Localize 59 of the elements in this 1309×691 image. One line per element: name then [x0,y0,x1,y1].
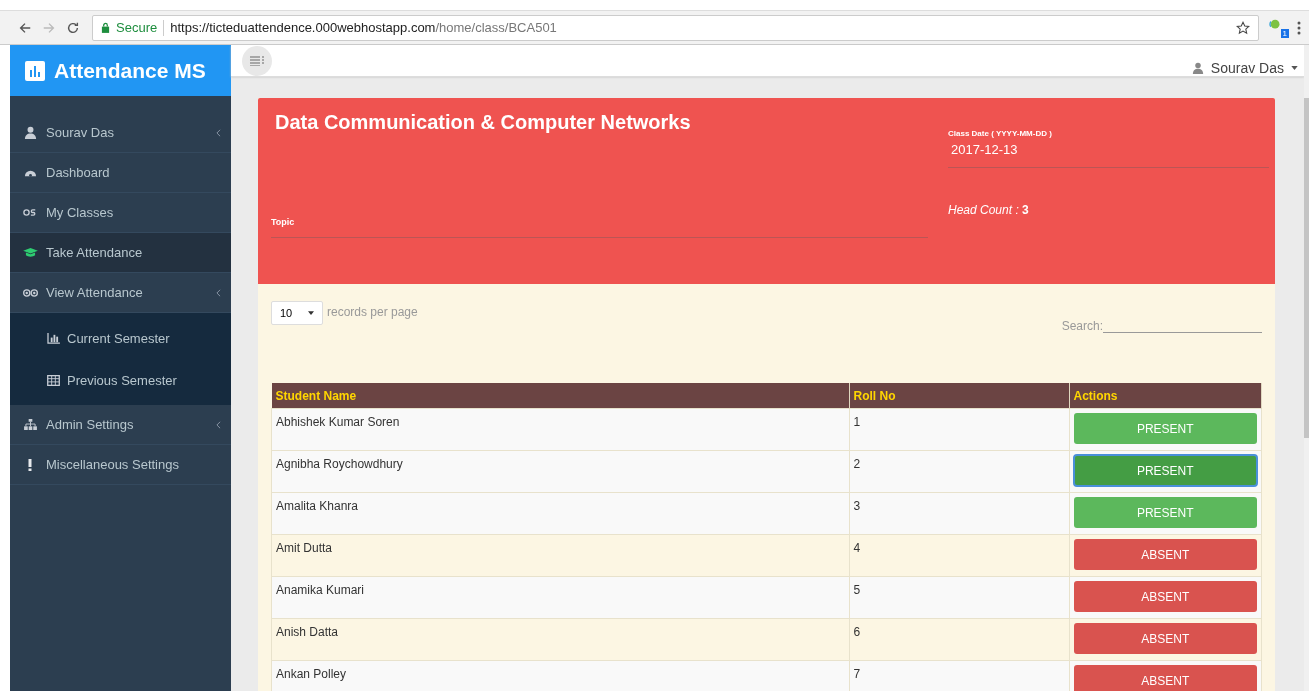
table-cell: 6 [849,618,1069,661]
binoculars-icon [22,287,38,298]
sitemap-icon [23,419,37,430]
reload-icon[interactable] [66,20,80,35]
table-cell: Ankan Polley [271,660,849,691]
caret-icon [1291,66,1298,70]
topic-field[interactable]: Topic [271,217,928,238]
column-header[interactable]: Roll No [849,383,1069,409]
url-text: https://ticteduattendence.000webhostapp.com/home/class/BCA501 [170,20,558,35]
chevron-icon [216,420,221,429]
caret-icon [308,311,315,315]
table-cell: 4 [849,534,1069,577]
sidebar-item[interactable]: Take Attendance [10,233,231,273]
table-cell: 2 [849,450,1069,493]
user-icon [23,126,37,139]
attendance-button[interactable]: PRESENT [1073,455,1257,486]
bar-chart-icon [47,332,60,344]
secure-label: Secure [116,20,158,35]
class-title: Data Communication & Computer Networks [275,111,692,134]
table-cell: 1 [849,408,1069,451]
attendance-button[interactable]: ABSENT [1073,539,1257,570]
table-cell: Abhishek Kumar Soren [271,408,849,451]
table-cell: Amalita Khanra [271,492,849,535]
table-cell: Anish Datta [271,618,849,661]
sidebar-toggle-button[interactable] [242,45,272,76]
table-cell: Amit Dutta [271,534,849,577]
user-icon [1191,62,1204,74]
table-icon [47,374,60,386]
class-date-field[interactable]: Class Date ( YYYY-MM-DD ) 2017-12-13 [948,129,1269,168]
table-cell: 3 [849,492,1069,535]
table-cell: 5 [849,576,1069,619]
table-cell: Agnibha Roychowdhury [271,450,849,493]
column-header[interactable]: Actions [1069,383,1262,409]
back-icon[interactable] [18,20,32,35]
bar-chart-icon [25,60,45,81]
app-title: Attendance MS [54,58,206,83]
exclamation-icon [28,458,32,471]
address-bar[interactable]: Secure https://ticteduattendence.000webhostapp.com/home/class/BCA501 [92,14,1259,41]
graduation-cap-icon [22,247,38,258]
star-icon[interactable] [1236,20,1250,35]
submenu-item[interactable]: Current Semester [10,317,231,359]
attendance-button[interactable]: ABSENT [1073,581,1257,612]
scrollbar-thumb[interactable] [1304,98,1309,438]
page-size-select[interactable]: 10 [271,301,323,325]
head-count: Head Count : 3 [948,203,1030,217]
lock-icon [101,22,110,33]
menu-icon[interactable] [1297,20,1301,35]
attendance-button[interactable]: ABSENT [1073,623,1257,654]
menu-icon [250,55,264,66]
attendance-button[interactable]: ABSENT [1073,665,1257,691]
chevron-icon [216,288,221,297]
submenu-item[interactable]: Previous Semester [10,359,231,401]
search-label: Search: [1061,319,1103,333]
chevron-icon [216,128,221,137]
user-menu[interactable]: Sourav Das [1191,60,1298,76]
records-per-page-label: records per page [327,305,418,319]
table-cell: Anamika Kumari [271,576,849,619]
column-header[interactable]: Student Name [271,383,849,409]
classes-icon [23,208,37,217]
